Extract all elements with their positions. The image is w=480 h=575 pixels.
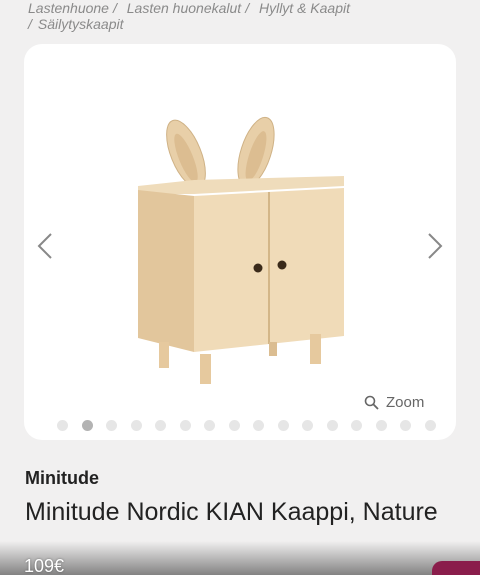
breadcrumb-separator: / [28, 16, 32, 32]
gallery-dot[interactable] [375, 420, 387, 431]
gallery-dot[interactable] [228, 420, 240, 431]
product-gallery: Zoom [24, 44, 456, 440]
gallery-dot[interactable] [179, 420, 191, 431]
gallery-dot[interactable] [351, 420, 362, 431]
gallery-dot[interactable] [204, 420, 215, 431]
breadcrumb-link-lasten-huonekalut[interactable]: Lasten huonekalut [127, 0, 241, 16]
gallery-dot[interactable] [253, 420, 264, 431]
chevron-left-icon [37, 233, 52, 259]
gallery-dot[interactable] [277, 420, 289, 431]
gallery-dot[interactable] [155, 420, 166, 431]
breadcrumb: Lastenhuone / Lasten huonekalut / Hyllyt &… [28, 0, 448, 32]
breadcrumb-link-hyllyt-kaapit[interactable]: Hyllyt & Kaapit [259, 0, 350, 16]
gallery-dot[interactable] [81, 420, 93, 431]
breadcrumb-link-lastenhuone[interactable]: Lastenhuone [28, 0, 109, 16]
product-title: Minitude Nordic KIAN Kaappi, Nature [25, 498, 438, 526]
gallery-dot[interactable] [326, 420, 338, 431]
breadcrumb-separator: / [112, 0, 117, 16]
magnifier-icon [364, 395, 379, 410]
gallery-prev-button[interactable] [30, 226, 60, 266]
add-to-cart-button[interactable] [432, 561, 480, 575]
gallery-next-button[interactable] [420, 226, 450, 266]
bottom-bar [0, 541, 480, 575]
gallery-dot[interactable] [106, 420, 117, 431]
breadcrumb-link-sailytyskaapit[interactable]: Säilytyskaapit [38, 16, 124, 32]
gallery-dot[interactable] [57, 420, 68, 431]
gallery-dot[interactable] [400, 420, 411, 431]
zoom-button[interactable]: Zoom [364, 394, 424, 411]
gallery-dot[interactable] [302, 420, 313, 431]
gallery-dot[interactable] [130, 420, 142, 431]
chevron-right-icon [428, 233, 443, 259]
product-brand[interactable]: Minitude [25, 468, 99, 489]
breadcrumb-separator: / [245, 0, 250, 16]
zoom-label: Zoom [386, 394, 425, 411]
product-price: 109€ [24, 556, 65, 575]
gallery-pagination [57, 420, 436, 431]
product-image[interactable] [124, 102, 364, 392]
gallery-dot[interactable] [424, 420, 436, 431]
